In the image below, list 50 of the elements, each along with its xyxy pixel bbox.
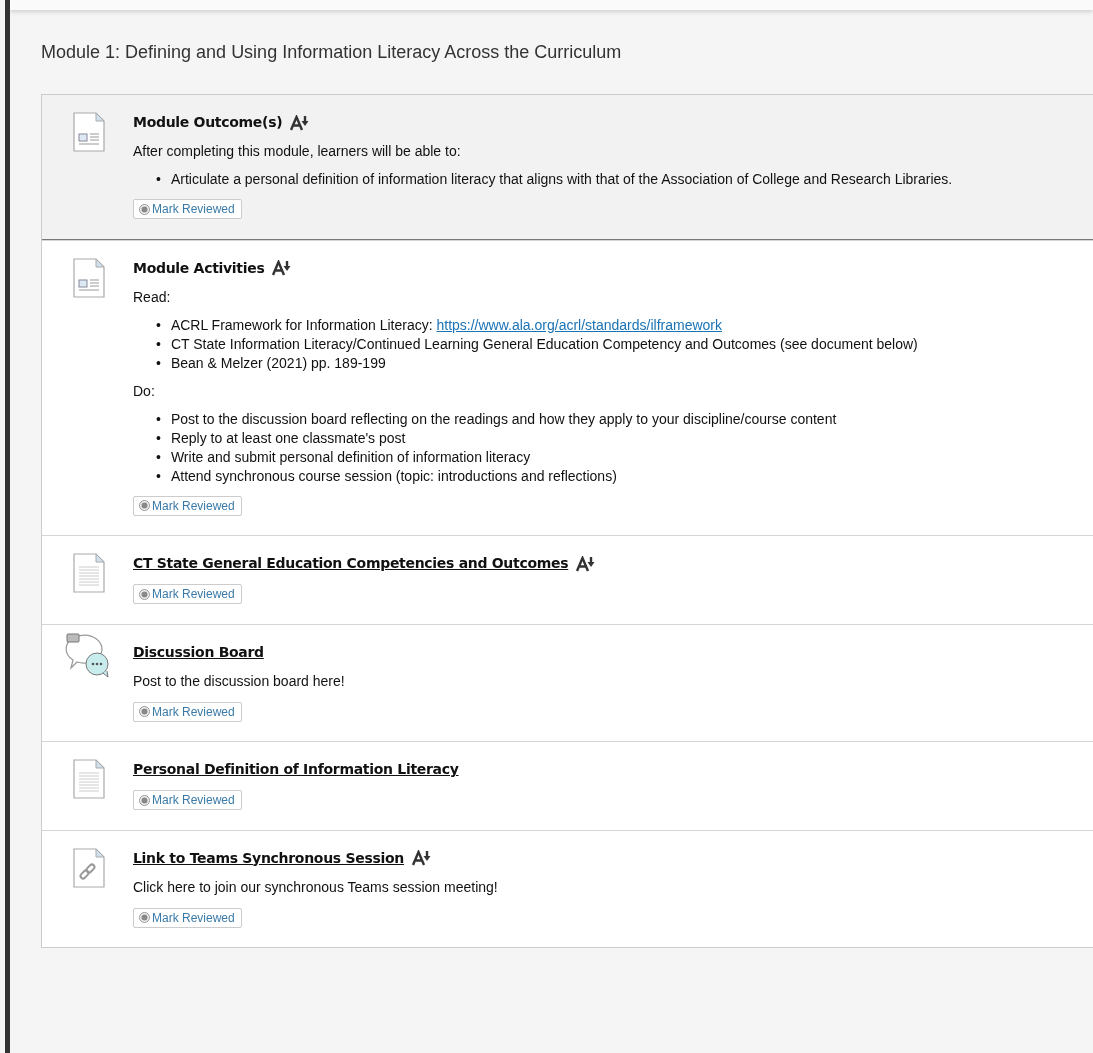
radio-icon — [139, 912, 150, 923]
list-item-text: Post to the discussion board reflecting on the readings and how they apply to your discipline/course content — [170, 409, 837, 429]
alternative-formats-icon[interactable] — [272, 260, 293, 276]
item-title: Module Outcome(s) — [133, 113, 283, 132]
document-icon — [71, 553, 106, 595]
alternative-formats-icon[interactable] — [576, 555, 597, 572]
bullet: • — [156, 170, 161, 189]
item-title-link[interactable]: Discussion Board — [133, 641, 264, 663]
bullet: • — [156, 409, 161, 429]
alternative-formats-icon[interactable] — [411, 850, 432, 866]
item-title-link[interactable]: Link to Teams Synchronous Session — [133, 847, 404, 869]
radio-icon — [139, 500, 150, 511]
list-item-text: Write and submit personal definition of information literacy — [170, 447, 531, 467]
item-title: Module Activities — [133, 258, 265, 278]
radio-icon — [139, 706, 150, 717]
bullet: • — [156, 334, 161, 354]
document-icon — [71, 112, 106, 154]
link-file-icon — [71, 847, 106, 890]
mark-reviewed-button[interactable]: Mark Reviewed — [133, 790, 242, 810]
bullet: • — [156, 447, 161, 467]
mark-reviewed-button[interactable]: Mark Reviewed — [133, 701, 242, 722]
item-title-link[interactable]: Personal Definition of Information Literacy — [133, 759, 459, 780]
mark-reviewed-button[interactable]: Mark Reviewed — [133, 199, 242, 219]
item-description: Click here to join our synchronous Teams session meeting! — [133, 877, 499, 897]
radio-icon — [139, 203, 150, 215]
list-item-text: ACRL Framework for Information Literacy: https://www.ala.org/acrl/standards/ilframework — [170, 315, 723, 335]
list-item-text: Articulate a personal definition of information literacy that aligns with that of the Association of College and Research Libraries. — [170, 170, 953, 189]
radio-icon — [139, 588, 150, 600]
document-icon — [71, 257, 106, 300]
bullet: • — [156, 466, 161, 486]
mark-reviewed-button[interactable]: Mark Reviewed — [133, 495, 242, 516]
mark-reviewed-button[interactable]: Mark Reviewed — [133, 907, 242, 928]
list-item-text: Bean & Melzer (2021) pp. 189-199 — [170, 353, 386, 373]
item-description: Read: — [133, 287, 172, 307]
document-icon — [71, 759, 106, 801]
module-title: Module 1: Defining and Using Information Literacy Across the Curriculum — [41, 41, 623, 64]
list-item-text: Reply to at least one classmate's post — [170, 428, 406, 448]
item-description: Do: — [133, 381, 156, 401]
bullet: • — [156, 428, 161, 448]
mark-reviewed-button[interactable]: Mark Reviewed — [133, 584, 242, 604]
bullet: • — [156, 353, 161, 373]
list-item-text: CT State Information Literacy/Continued Learning General Education Competency and Outcomes (see document below) — [170, 334, 918, 354]
radio-icon — [139, 794, 150, 806]
item-description: After completing this module, learners will be able to: — [133, 142, 462, 161]
url-link[interactable]: https://www.ala.org/acrl/standards/ilframework — [436, 316, 723, 333]
item-description: Post to the discussion board here! — [133, 671, 346, 691]
item-title-link[interactable]: CT State General Education Competencies and Outcomes — [133, 553, 569, 574]
bullet: • — [156, 315, 161, 335]
list-item-text: Attend synchronous course session (topic: introductions and reflections) — [170, 466, 617, 486]
alternative-formats-icon[interactable] — [290, 114, 311, 131]
